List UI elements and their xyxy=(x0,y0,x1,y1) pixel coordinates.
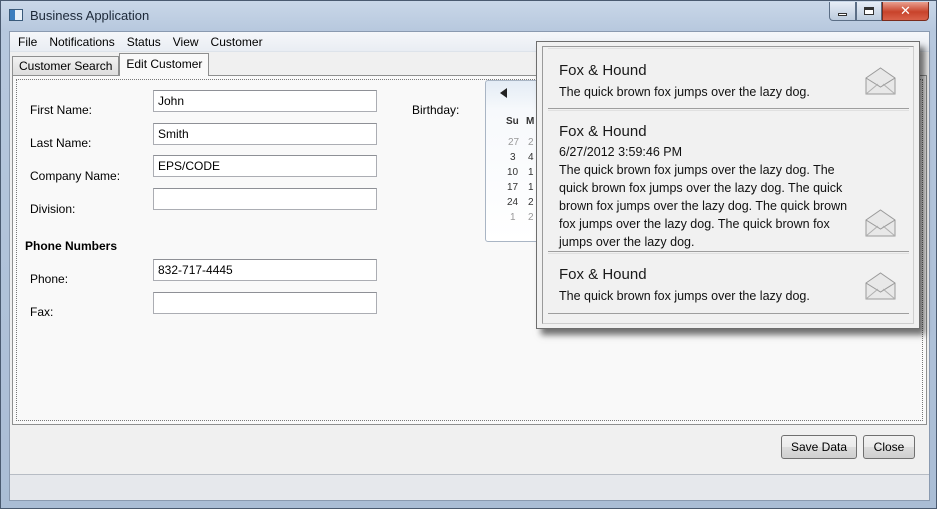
menu-view[interactable]: View xyxy=(167,32,205,52)
calendar-day[interactable]: 2 xyxy=(528,197,534,208)
notification-list: Fox & Hound The quick brown fox jumps ov… xyxy=(542,46,914,324)
calendar-day[interactable]: 1 xyxy=(528,167,534,178)
notification-title: Fox & Hound xyxy=(559,266,647,283)
envelope-icon xyxy=(865,209,896,237)
notification-body: The quick brown fox jumps over the lazy … xyxy=(559,163,848,249)
calendar-dow: Su xyxy=(506,116,519,127)
calendar-day[interactable]: 27 xyxy=(508,137,519,148)
calendar-day[interactable]: 10 xyxy=(507,167,518,178)
button-bar: Save Data Close xyxy=(10,428,929,468)
phone-field[interactable]: 832-717-4445 xyxy=(153,259,377,281)
calendar-day[interactable]: 3 xyxy=(510,152,516,163)
notification-body: The quick brown fox jumps over the lazy … xyxy=(559,289,810,303)
fax-label: Fax: xyxy=(30,305,54,319)
envelope-icon xyxy=(865,272,896,300)
calendar-day[interactable]: 24 xyxy=(507,197,518,208)
notification-popup: Fox & Hound The quick brown fox jumps ov… xyxy=(536,41,920,329)
company-name-field[interactable]: EPS/CODE xyxy=(153,155,377,177)
notification-timestamp: 6/27/2012 3:59:46 PM xyxy=(559,145,683,159)
calendar-prev-arrow-icon[interactable] xyxy=(500,88,507,98)
first-name-field[interactable]: John xyxy=(153,90,377,112)
last-name-label: Last Name: xyxy=(30,136,92,150)
app-window: Business Application ✕ File Notification… xyxy=(0,0,937,509)
calendar-day[interactable]: 1 xyxy=(528,182,534,193)
calendar-day[interactable]: 17 xyxy=(507,182,518,193)
notification-item[interactable]: Fox & Hound The quick brown fox jumps ov… xyxy=(548,48,909,109)
minimize-button[interactable] xyxy=(829,2,856,21)
notification-title: Fox & Hound xyxy=(559,123,647,140)
maximize-button[interactable] xyxy=(856,2,882,21)
notification-body: The quick brown fox jumps over the lazy … xyxy=(559,85,810,99)
tab-strip: Customer Search Edit Customer xyxy=(12,53,210,76)
calendar-day[interactable]: 1 xyxy=(510,212,516,223)
birthday-label: Birthday: xyxy=(412,103,460,117)
tab-edit-customer[interactable]: Edit Customer xyxy=(119,53,210,76)
close-icon: ✕ xyxy=(900,3,911,19)
calendar-day[interactable]: 2 xyxy=(528,212,534,223)
phone-label: Phone: xyxy=(30,272,69,286)
close-window-button[interactable]: ✕ xyxy=(882,2,929,21)
last-name-field[interactable]: Smith xyxy=(153,123,377,145)
envelope-icon xyxy=(865,67,896,95)
calendar-day[interactable]: 4 xyxy=(528,152,534,163)
company-name-label: Company Name: xyxy=(30,169,121,183)
minimize-icon xyxy=(838,12,847,16)
save-data-button[interactable]: Save Data xyxy=(781,435,857,459)
calendar-dow: M xyxy=(526,116,535,127)
status-bar xyxy=(10,474,929,500)
app-window-icon xyxy=(9,9,23,21)
notification-title: Fox & Hound xyxy=(559,62,647,79)
menu-customer[interactable]: Customer xyxy=(205,32,269,52)
first-name-label: First Name: xyxy=(30,103,93,117)
title-bar[interactable]: Business Application ✕ xyxy=(1,1,936,31)
menu-file[interactable]: File xyxy=(12,32,43,52)
menu-status[interactable]: Status xyxy=(121,32,167,52)
window-title: Business Application xyxy=(30,8,150,23)
menu-notifications[interactable]: Notifications xyxy=(43,32,120,52)
calendar-day[interactable]: 2 xyxy=(528,137,534,148)
notification-item[interactable]: Fox & Hound The quick brown fox jumps ov… xyxy=(548,253,909,314)
close-button[interactable]: Close xyxy=(863,435,915,459)
division-label: Division: xyxy=(30,202,76,216)
division-field[interactable] xyxy=(153,188,377,210)
fax-field[interactable] xyxy=(153,292,377,314)
phone-numbers-heading: Phone Numbers xyxy=(25,239,118,253)
maximize-icon xyxy=(864,7,874,15)
tab-customer-search[interactable]: Customer Search xyxy=(12,56,120,76)
notification-item[interactable]: Fox & Hound 6/27/2012 3:59:46 PM The qui… xyxy=(548,110,909,252)
